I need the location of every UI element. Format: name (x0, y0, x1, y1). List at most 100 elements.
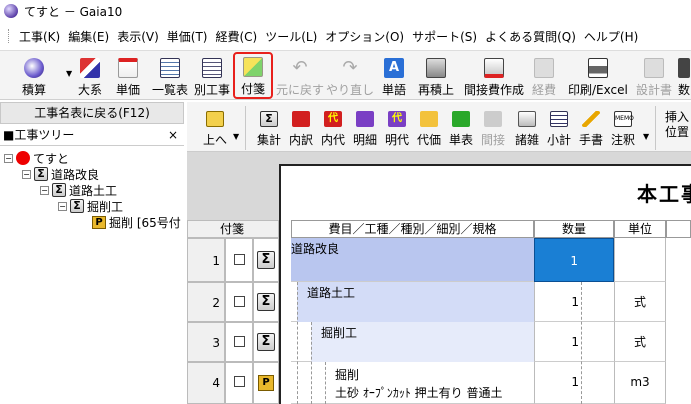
menu-tanka[interactable]: 単価(T) (163, 28, 212, 45)
row-name[interactable]: 道路土工 (297, 282, 534, 322)
tanka-button[interactable]: 単価 (116, 54, 140, 98)
menu-view[interactable]: 表示(V) (113, 28, 163, 45)
su-button[interactable]: 数 (678, 54, 690, 98)
row-name[interactable]: 掘削 (335, 366, 359, 383)
window-title: てすと － Gaia10 (24, 4, 123, 19)
tree-node-kussaku-kou[interactable]: − Σ 掘削工 (58, 198, 123, 214)
menu-keihi[interactable]: 経費(C) (211, 28, 261, 45)
back-to-project-list-button[interactable]: 工事名表に戻る(F12) (0, 102, 184, 124)
row-unit[interactable] (614, 238, 666, 282)
tree-node-root[interactable]: − てすと (4, 150, 69, 166)
header-extra (666, 220, 691, 238)
tree-node-kussaku[interactable]: P 掘削 [65号付 (92, 214, 181, 230)
tree-node-douro-kairyou[interactable]: − Σ 道路改良 (22, 166, 99, 182)
list-icon (160, 58, 180, 78)
row-qty[interactable]: 1 (534, 322, 614, 362)
project-tree: − てすと − Σ 道路改良 − Σ 道路土工 − Σ 掘削工 P 掘削 [65… (0, 147, 184, 404)
main-toolbar: 積算 ▼ 大系 単価 一覧表 別工事 付箋 ↶ 元に戻す ↷ やり直し A 単語… (0, 50, 691, 100)
expense-icon (534, 58, 554, 78)
row-number: 4 (187, 362, 225, 404)
betsukouji-button[interactable]: 別工事 (194, 54, 230, 98)
row-tag-cell (225, 282, 253, 322)
header-name: 費目／工種／種別／細別／規格 (291, 220, 534, 238)
fusen-button[interactable]: 付箋 (233, 52, 273, 99)
tag-checkbox[interactable] (234, 376, 245, 387)
menu-kouji[interactable]: 工事(K) (15, 28, 64, 45)
row-qty-selected[interactable]: 1 (534, 238, 614, 282)
tango-button[interactable]: A 単語 (382, 54, 406, 98)
up-button[interactable]: 上へ (203, 108, 227, 148)
dropdown-arrow-icon[interactable]: ▼ (233, 132, 239, 141)
menu-faq[interactable]: よくある質問(Q) (481, 28, 580, 45)
tag-checkbox[interactable] (234, 254, 245, 265)
collapse-icon[interactable]: − (40, 185, 49, 195)
dropdown-arrow-icon[interactable]: ▼ (643, 132, 649, 141)
row-tag-cell (225, 238, 253, 282)
ichiranhyo-button[interactable]: 一覧表 (152, 54, 188, 98)
indent-guide (311, 322, 312, 404)
insert-position-button[interactable]: 挿入 位置 (665, 110, 689, 140)
close-icon[interactable]: × (168, 126, 178, 145)
print-button[interactable]: 印刷/Excel (568, 54, 628, 98)
daika-button[interactable]: 代価 (417, 108, 441, 148)
hierarchy-icon (80, 58, 100, 78)
tanpyo-button[interactable]: 単表 (449, 108, 473, 148)
shokei-button[interactable]: 小計 (547, 108, 571, 148)
row-qty[interactable]: 1 (534, 362, 614, 404)
row-qty[interactable]: 1 (534, 282, 614, 322)
qty-guide (581, 282, 582, 404)
meisai-button[interactable]: 明細 (353, 108, 377, 148)
collapse-icon[interactable]: − (22, 169, 31, 179)
meidai-button[interactable]: 代 明代 (385, 108, 409, 148)
row-name[interactable]: 道路改良 (291, 238, 534, 282)
purple-folder-icon (356, 111, 374, 127)
sekkeisho-button[interactable]: 設計書 (636, 54, 672, 98)
sekisan-button[interactable]: 積算 (22, 54, 46, 98)
kankai-button[interactable]: 間接 (481, 108, 505, 148)
keihi-button[interactable]: 経費 (532, 54, 556, 98)
sigma-icon: Σ (52, 183, 66, 197)
row-name[interactable]: 掘削工 (311, 322, 534, 362)
row-spec[interactable]: 土砂 ｵｰﾌﾟﾝｶｯﾄ 押土有り 普通土 (335, 384, 502, 401)
menu-help[interactable]: ヘルプ(H) (580, 28, 642, 45)
indent-guide (297, 282, 298, 404)
taikei-button[interactable]: 大系 (78, 54, 102, 98)
undo-button[interactable]: ↶ 元に戻す (276, 54, 324, 98)
uchidai-button[interactable]: 代 内代 (321, 108, 345, 148)
row-number: 2 (187, 282, 225, 322)
indent-guide (325, 362, 326, 404)
kansetsuhi-button[interactable]: 間接費作成 (464, 54, 524, 98)
collapse-icon[interactable]: − (4, 153, 13, 163)
row-name-cell: 掘削工 (291, 322, 534, 362)
row-unit[interactable]: 式 (614, 322, 666, 362)
row-unit[interactable]: m3 (614, 362, 666, 404)
p-item-icon: P (258, 375, 274, 391)
tegaki-button[interactable]: 手書 (579, 108, 603, 148)
chuki-button[interactable]: MEMO 注釈 (611, 108, 635, 148)
uchiwake-button[interactable]: 内訳 (289, 108, 313, 148)
tree-node-douro-dokou[interactable]: − Σ 道路土工 (40, 182, 117, 198)
folder-up-icon (206, 111, 224, 127)
menu-tools[interactable]: ツール(L) (261, 28, 321, 45)
dropdown-arrow-icon[interactable]: ▼ (66, 69, 72, 78)
row-name-cell: 道路土工 (291, 282, 534, 322)
tag-checkbox[interactable] (234, 336, 245, 347)
tag-checkbox[interactable] (234, 296, 245, 307)
number-icon (678, 58, 690, 78)
app-icon (4, 4, 18, 18)
sigma-icon: Σ (257, 251, 275, 269)
undo-icon: ↶ (292, 57, 308, 78)
saisekijo-button[interactable]: 再積上 (418, 54, 454, 98)
menu-edit[interactable]: 編集(E) (64, 28, 113, 45)
row-number: 3 (187, 322, 225, 362)
collapse-icon[interactable]: − (58, 201, 67, 211)
other-project-icon (202, 58, 222, 78)
redo-button[interactable]: ↷ やり直し (326, 54, 374, 98)
row-unit[interactable]: 式 (614, 282, 666, 322)
menu-support[interactable]: サポート(S) (408, 28, 481, 45)
red-dai-folder-icon: 代 (324, 111, 342, 127)
shozatsu-button[interactable]: 諸雑 (515, 108, 539, 148)
shukei-button[interactable]: Σ 集計 (257, 108, 281, 148)
menu-options[interactable]: オプション(O) (321, 28, 408, 45)
redo-icon: ↷ (342, 57, 358, 78)
